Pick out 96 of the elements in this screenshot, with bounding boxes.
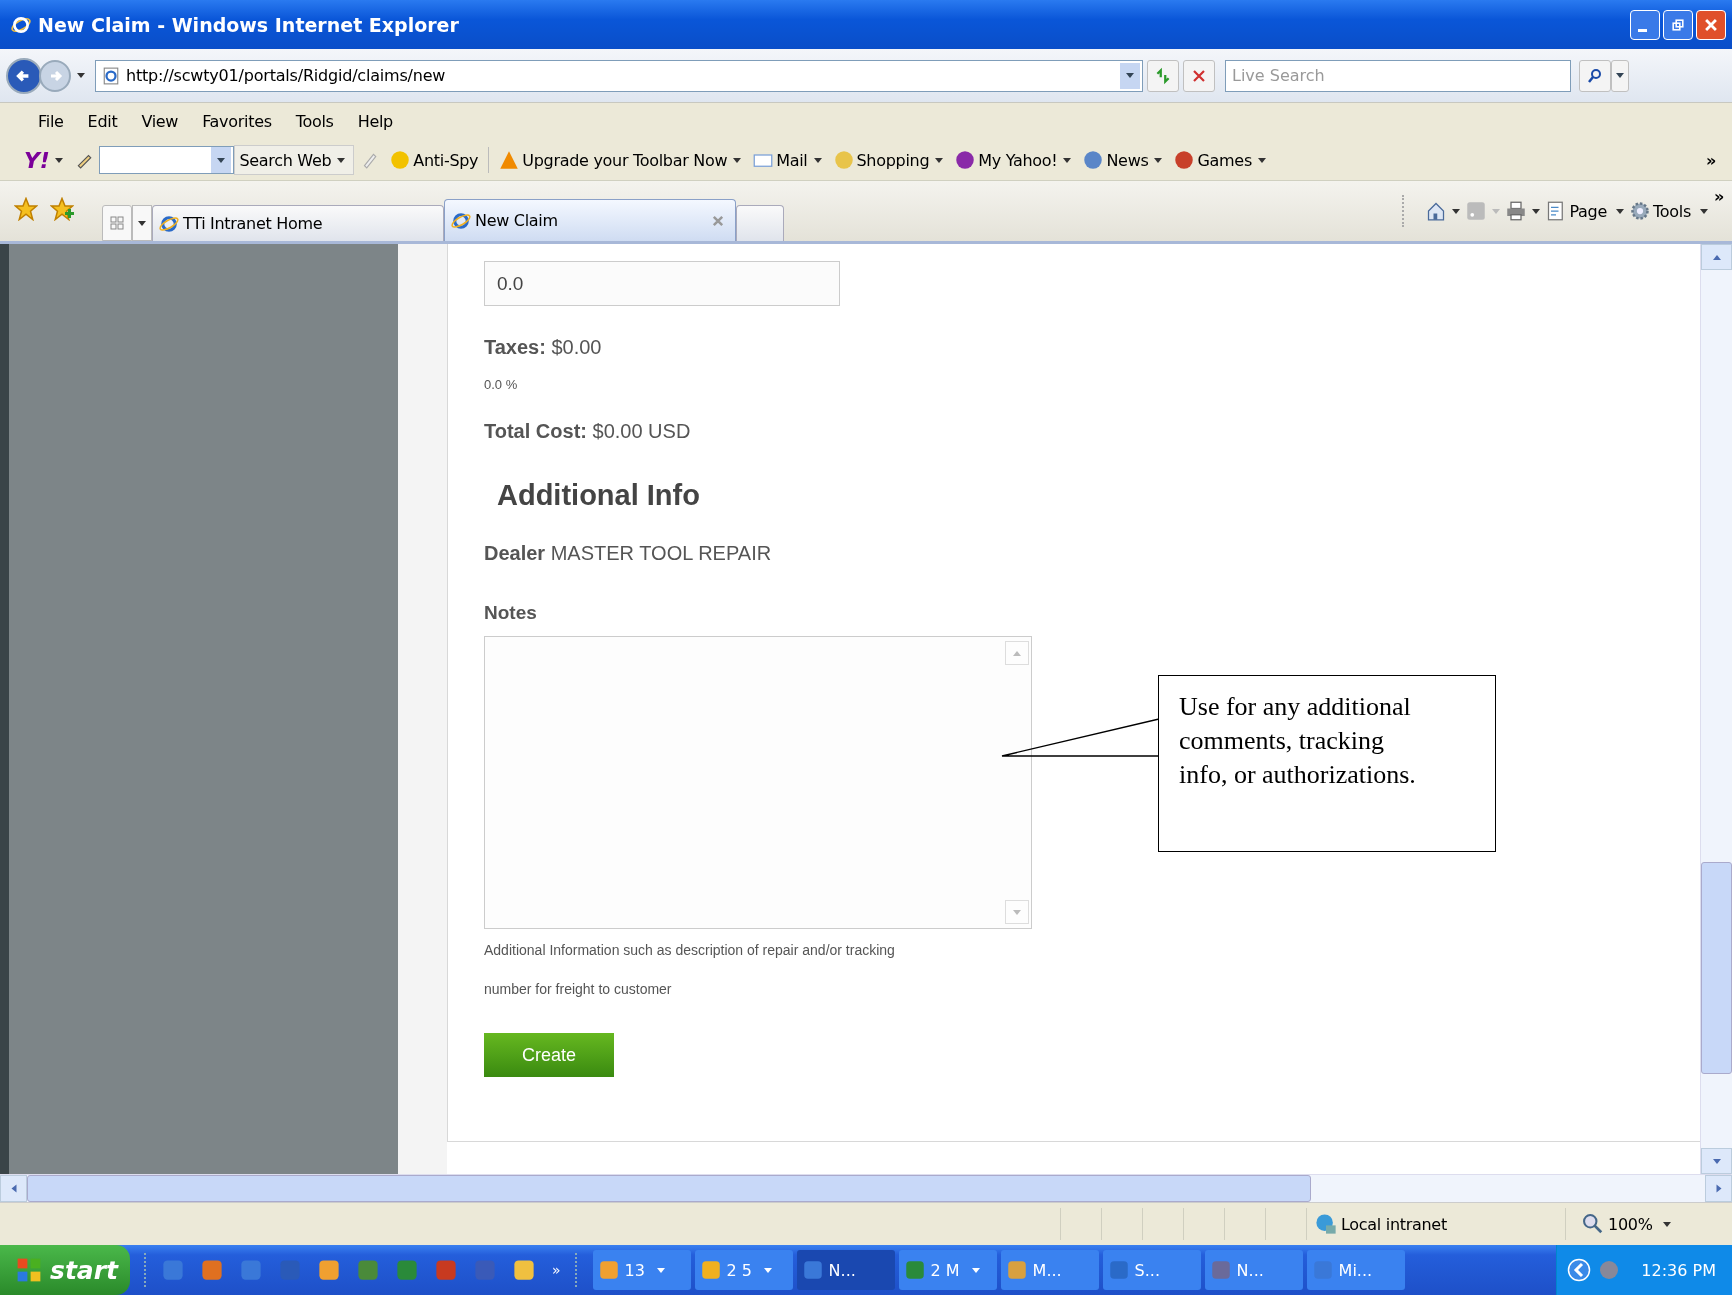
horizontal-scrollbar[interactable] bbox=[0, 1174, 1732, 1202]
app-icon[interactable] bbox=[357, 1259, 379, 1281]
app-icon bbox=[700, 1260, 721, 1280]
taskbar-button[interactable]: S... bbox=[1102, 1250, 1201, 1290]
app-icon bbox=[598, 1260, 619, 1280]
yahoo-logo[interactable]: Y! bbox=[24, 147, 50, 173]
app-icon[interactable] bbox=[318, 1259, 340, 1281]
command-button[interactable]: Tools bbox=[1630, 201, 1714, 221]
menu-item[interactable]: File bbox=[26, 112, 76, 131]
tab-list-button[interactable] bbox=[132, 205, 152, 241]
labor-cost-field[interactable]: 0.0 bbox=[484, 261, 840, 306]
toolbar-item[interactable]: Games bbox=[1174, 150, 1272, 170]
security-zone-text: Local intranet bbox=[1341, 1214, 1447, 1234]
taskbar-button[interactable]: N... bbox=[1204, 1250, 1303, 1290]
caret-icon[interactable] bbox=[77, 73, 85, 78]
menu-item[interactable]: Help bbox=[345, 112, 405, 131]
search-web-button[interactable]: Search Web bbox=[234, 145, 355, 175]
help-text: Additional Information such as description of repair and/or tracking bbox=[484, 942, 895, 958]
toolbar-item[interactable]: My Yahoo! bbox=[955, 150, 1078, 170]
toolbar-item[interactable]: Anti-Spy bbox=[390, 150, 479, 170]
menu-item[interactable]: View bbox=[129, 112, 191, 131]
app-icon[interactable] bbox=[513, 1259, 535, 1281]
star-icon[interactable] bbox=[14, 197, 38, 221]
new-tab-button[interactable] bbox=[736, 205, 784, 241]
refresh-button[interactable] bbox=[1147, 59, 1179, 92]
search-field[interactable]: Live Search bbox=[1225, 59, 1571, 92]
home-icon[interactable] bbox=[1426, 201, 1447, 221]
minimize-icon bbox=[1637, 29, 1647, 32]
stop-button[interactable] bbox=[1183, 59, 1215, 92]
close-button[interactable] bbox=[1696, 9, 1726, 40]
restore-button[interactable] bbox=[1663, 9, 1693, 40]
restore-icon bbox=[1672, 18, 1684, 31]
app-icon bbox=[802, 1260, 823, 1280]
app-icon bbox=[1312, 1260, 1333, 1280]
taskbar-button[interactable]: Mi... bbox=[1306, 1250, 1405, 1290]
minimize-button[interactable] bbox=[1630, 9, 1660, 40]
app-icon bbox=[1006, 1260, 1027, 1280]
page-icon bbox=[159, 213, 179, 234]
address-field[interactable]: http://scwty01/portals/Ridgid/claims/new bbox=[95, 59, 1143, 92]
browser-tab[interactable]: TTi Intranet Home bbox=[152, 205, 444, 241]
dealer-text: Dealer MASTER TOOL REPAIR bbox=[484, 542, 772, 564]
section-heading: Additional Info bbox=[497, 479, 700, 512]
toolbar-item[interactable]: Mail bbox=[753, 150, 828, 170]
close-tab-icon[interactable] bbox=[711, 213, 725, 228]
taskbar-button[interactable]: N... bbox=[796, 1250, 895, 1290]
printer-icon[interactable] bbox=[1506, 201, 1527, 221]
app-icon bbox=[1210, 1260, 1231, 1280]
window-title: New Claim - Windows Internet Explorer bbox=[38, 13, 460, 36]
stop-icon bbox=[1191, 67, 1207, 84]
browser-tab[interactable]: New Claim bbox=[444, 199, 736, 241]
callout-text: Use for any additional comments, tracking info, or authorizations. bbox=[1158, 675, 1496, 852]
overflow-button[interactable]: » bbox=[552, 1262, 561, 1278]
globe-icon bbox=[1315, 1213, 1337, 1235]
total-cost-text: Total Cost: $0.00 USD bbox=[484, 420, 691, 442]
notes-label: Notes bbox=[484, 602, 537, 623]
taxes-text: Taxes: $0.00 bbox=[484, 336, 602, 358]
page-icon bbox=[451, 210, 471, 231]
menu-item[interactable]: Edit bbox=[75, 112, 130, 131]
clock-text: 12:36 PM bbox=[1641, 1260, 1716, 1280]
warning-icon bbox=[499, 150, 520, 170]
app-icon bbox=[1108, 1260, 1129, 1280]
help-text: number for freight to customer bbox=[484, 981, 672, 997]
close-icon bbox=[1704, 17, 1718, 32]
overflow-button[interactable]: » bbox=[1713, 187, 1724, 206]
circle-icon bbox=[955, 150, 976, 170]
app-icon[interactable] bbox=[201, 1259, 223, 1281]
search-field[interactable] bbox=[99, 146, 235, 174]
taskbar-button[interactable]: 2 M bbox=[898, 1250, 997, 1290]
windows-flag-icon bbox=[16, 1257, 42, 1283]
zoom-button[interactable]: 100% bbox=[1565, 1208, 1732, 1240]
search-icon bbox=[1587, 67, 1603, 84]
menu-item[interactable]: Favorites bbox=[190, 112, 284, 131]
magnifier-icon bbox=[1582, 1213, 1604, 1235]
taskbar-button[interactable]: M... bbox=[1000, 1250, 1099, 1290]
tax-rate-text: 0.0 % bbox=[484, 377, 518, 392]
toolbar-item[interactable]: Shopping bbox=[833, 150, 950, 170]
search-button[interactable] bbox=[1579, 59, 1611, 92]
back-button[interactable] bbox=[6, 57, 42, 94]
gear-icon bbox=[1630, 201, 1651, 221]
chevron-icon[interactable] bbox=[1567, 1258, 1592, 1282]
refresh-icon bbox=[1154, 66, 1172, 85]
toolbar-item[interactable]: News bbox=[1083, 150, 1169, 170]
page-icon bbox=[102, 66, 120, 85]
toolbar-item[interactable]: Upgrade your Toolbar Now bbox=[499, 150, 748, 170]
taskbar-button[interactable]: 2 5 bbox=[694, 1250, 793, 1290]
command-button[interactable]: Page bbox=[1546, 201, 1631, 221]
add-favorite-icon[interactable] bbox=[50, 197, 74, 221]
caret-icon[interactable] bbox=[55, 157, 64, 163]
menu-item[interactable]: Tools bbox=[283, 112, 346, 131]
grid-icon bbox=[109, 215, 125, 231]
vertical-scrollbar[interactable] bbox=[1700, 244, 1732, 1174]
dropdown-button[interactable] bbox=[1120, 62, 1140, 89]
search-options-button[interactable] bbox=[1611, 59, 1629, 92]
taskbar-button[interactable]: 13 bbox=[592, 1250, 691, 1290]
overflow-button[interactable]: » bbox=[1705, 150, 1722, 170]
app-icon bbox=[904, 1260, 925, 1280]
